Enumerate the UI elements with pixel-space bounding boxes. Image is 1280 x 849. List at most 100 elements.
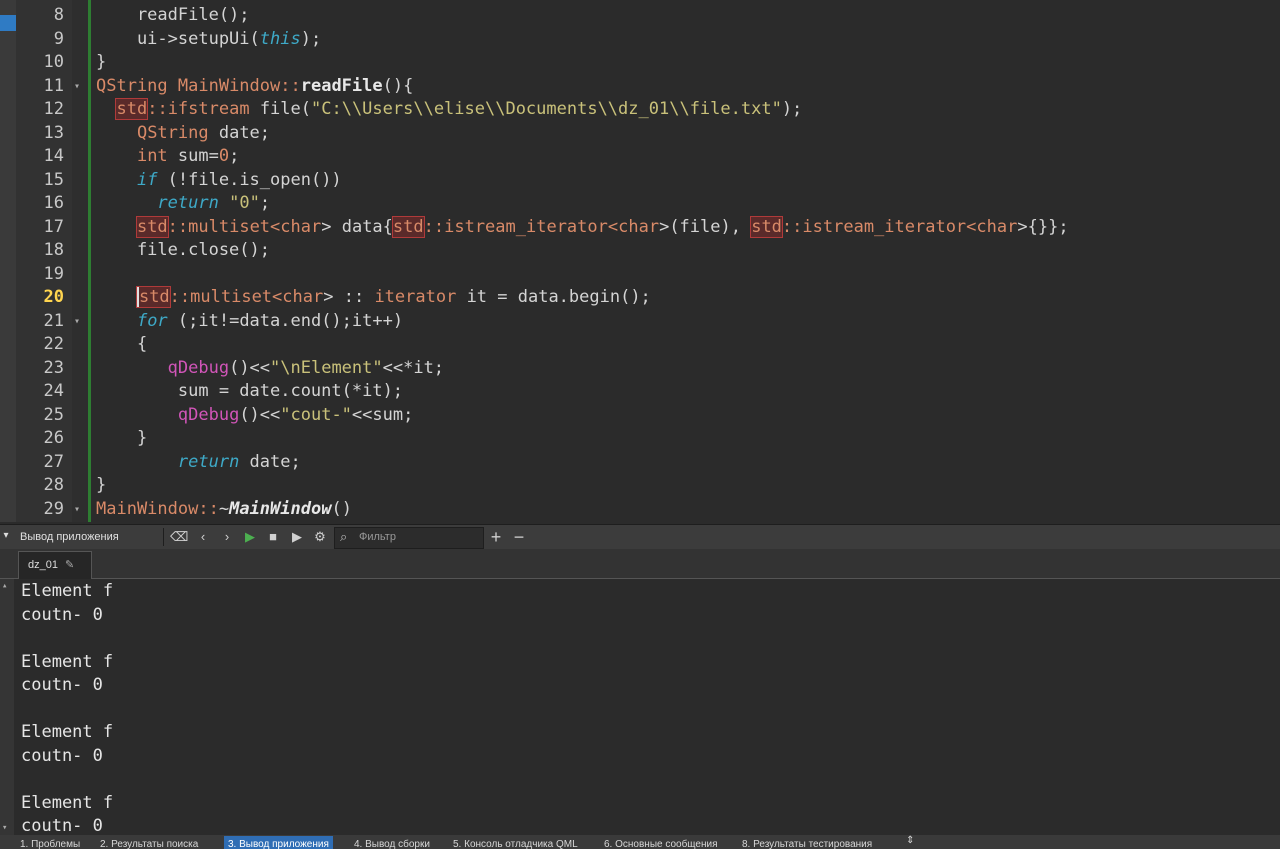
debug-run-icon[interactable]: ▶	[288, 528, 306, 546]
line-number[interactable]: 12	[16, 98, 64, 122]
add-icon[interactable]: +	[487, 528, 505, 546]
fold-arrow-icon[interactable]: ▾	[74, 498, 80, 522]
code-token: <	[607, 216, 619, 237]
line-number[interactable]: 28	[16, 474, 64, 498]
code-token: QString	[96, 75, 178, 96]
line-number[interactable]: 25	[16, 404, 64, 428]
scroll-up-icon[interactable]: ▴	[2, 581, 7, 591]
code-line[interactable]: 8 readFile();	[0, 4, 1280, 28]
code-token: istream_iterator	[802, 216, 967, 237]
fold-arrow-icon[interactable]: ▾	[74, 310, 80, 334]
pin-icon[interactable]: ✎	[65, 552, 74, 579]
filter-placeholder: Фильтр	[359, 531, 396, 543]
code-line[interactable]: 17 std::multiset<char> data{std::istream…	[0, 215, 1280, 240]
tab-dz01[interactable]: dz_01 ✎	[18, 551, 92, 579]
code-line[interactable]: 23 qDebug()<<"\nElement"<<*it;	[0, 357, 1280, 381]
code-text: QString date;	[96, 122, 270, 146]
code-token: file.close();	[96, 240, 270, 260]
code-line[interactable]: 26 }	[0, 427, 1280, 451]
line-number[interactable]: 24	[16, 380, 64, 404]
output-pane-tab[interactable]: 6. Основные сообщения	[604, 839, 718, 849]
line-number[interactable]: 15	[16, 169, 64, 193]
scroll-down-icon[interactable]: ▾	[2, 823, 7, 833]
code-token: ::	[198, 498, 219, 519]
code-line[interactable]: 12 std::ifstream file("C:\\Users\\elise\…	[0, 98, 1280, 122]
pane-menu-icon[interactable]: ⇕	[906, 835, 914, 846]
code-text: std::ifstream file("C:\\Users\\elise\\Do…	[96, 98, 802, 122]
line-number[interactable]: 21	[16, 310, 64, 334]
code-line[interactable]: 28}	[0, 474, 1280, 498]
broom-icon[interactable]: ⌫	[170, 528, 188, 546]
output-line: coutn- 0	[21, 745, 103, 766]
code-line[interactable]: 16 return "0";	[0, 192, 1280, 216]
line-number[interactable]: 9	[16, 28, 64, 52]
line-number[interactable]: 13	[16, 122, 64, 146]
line-number[interactable]: 22	[16, 333, 64, 357]
code-token: date;	[208, 122, 271, 143]
output-pane-tab[interactable]: 3. Вывод приложения	[224, 836, 333, 849]
code-line[interactable]: 21 ▾ for (;it!=data.end();it++)	[0, 310, 1280, 334]
code-line[interactable]: 15 if (!file.is_open())	[0, 169, 1280, 193]
code-line[interactable]: 11 ▾ QString MainWindow::readFile(){	[0, 75, 1280, 99]
line-number[interactable]: 16	[16, 192, 64, 216]
filter-input[interactable]: ⌕ Фильтр	[334, 527, 484, 549]
panel-toggle-icon[interactable]: ▾	[0, 525, 12, 547]
line-number[interactable]: 26	[16, 427, 64, 451]
remove-icon[interactable]: −	[510, 528, 528, 546]
gear-icon[interactable]: ⚙	[311, 528, 329, 546]
line-number[interactable]: 10	[16, 51, 64, 75]
code-token: int	[136, 146, 168, 166]
output-pane-tab[interactable]: 5. Консоль отладчика QML	[453, 839, 578, 849]
code-line[interactable]: 27 return date;	[0, 451, 1280, 475]
output-pane-tab[interactable]: 4. Вывод сборки	[354, 839, 430, 849]
line-number[interactable]: 14	[16, 145, 64, 169]
application-output[interactable]: Element f coutn- 0 Element f coutn- 0 Elemen…	[0, 579, 1280, 835]
code-text: file.close();	[96, 239, 270, 263]
code-token: ::	[147, 99, 168, 119]
line-number[interactable]: 8	[16, 4, 64, 28]
code-line[interactable]: 19	[0, 263, 1280, 287]
run-icon[interactable]: ▶	[241, 528, 259, 546]
code-line[interactable]: 29 ▾ MainWindow::~MainWindow()	[0, 498, 1280, 522]
code-line[interactable]: 13 QString date;	[0, 122, 1280, 146]
code-token: );	[781, 99, 803, 119]
code-text: {	[96, 333, 147, 357]
line-number[interactable]: 17	[16, 216, 64, 240]
fold-arrow-icon[interactable]: ▾	[74, 75, 80, 99]
code-line[interactable]: 22 {	[0, 333, 1280, 357]
code-line[interactable]: 20 std::multiset<char> :: iterator it = …	[0, 286, 1280, 310]
code-text: for (;it!=data.end();it++)	[96, 310, 403, 334]
code-token: "0"	[229, 193, 260, 213]
toolbar-separator	[163, 528, 164, 546]
line-number[interactable]: 29	[16, 498, 64, 522]
code-line[interactable]: 18 file.close();	[0, 239, 1280, 263]
line-number[interactable]: 18	[16, 239, 64, 263]
code-token: ui->setupUi(	[96, 28, 260, 49]
code-token: ::	[280, 75, 301, 96]
code-line[interactable]: 24 sum = date.count(*it);	[0, 380, 1280, 404]
line-number[interactable]: 11	[16, 75, 64, 99]
output-scrollbar[interactable]: ▴ ▾	[0, 579, 14, 835]
chevron-left-icon[interactable]: ‹	[194, 528, 212, 546]
line-number[interactable]: 19	[16, 263, 64, 287]
code-line[interactable]: 10}	[0, 51, 1280, 75]
line-number[interactable]: 20	[16, 286, 64, 310]
chevron-right-icon[interactable]: ›	[218, 528, 236, 546]
output-pane-tab[interactable]: 1. Проблемы	[20, 839, 80, 849]
output-pane-tab[interactable]: 2. Результаты поиска	[100, 839, 198, 849]
line-number[interactable]: 27	[16, 451, 64, 475]
code-line[interactable]: 25 qDebug()<<"cout-"<<sum;	[0, 404, 1280, 428]
code-line[interactable]: 14 int sum=0;	[0, 145, 1280, 169]
code-token: <	[966, 216, 977, 237]
line-number[interactable]: 23	[16, 357, 64, 381]
output-pane-tab[interactable]: 8. Результаты тестирования	[742, 839, 872, 849]
code-token: date;	[239, 451, 301, 472]
code-token: istream_iterator	[444, 216, 608, 237]
stop-icon[interactable]: ■	[264, 528, 282, 546]
code-text: ui->setupUi(this);	[96, 28, 321, 52]
code-line[interactable]: 9 ui->setupUi(this);	[0, 28, 1280, 52]
code-token: <<*it;	[382, 357, 445, 378]
code-token: ;	[259, 193, 271, 213]
code-token: qDebug	[167, 357, 230, 378]
